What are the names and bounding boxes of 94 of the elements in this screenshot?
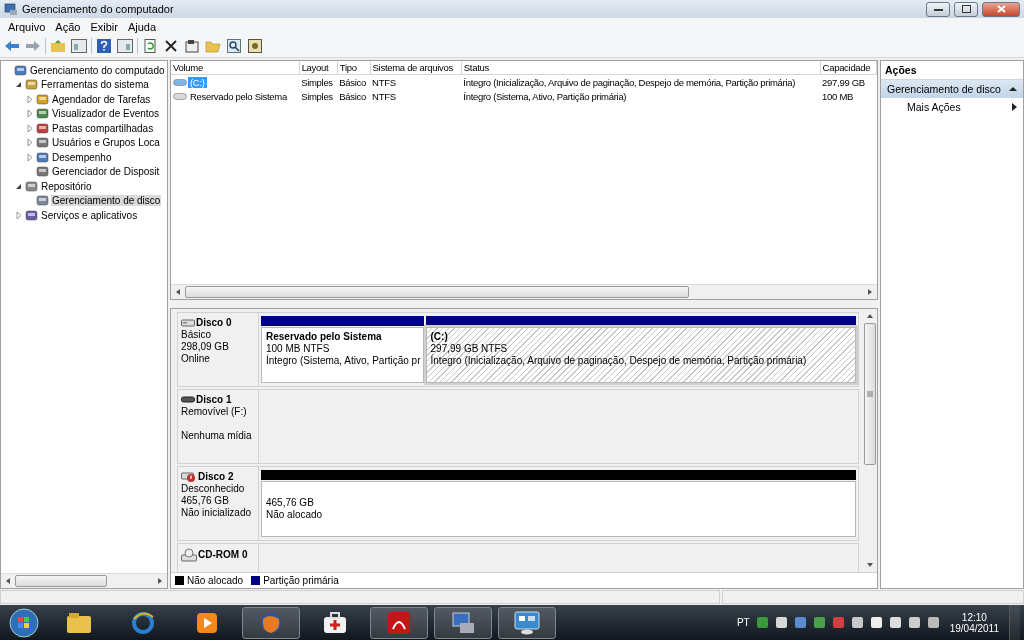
firefox-taskbar-icon[interactable] [242, 606, 300, 639]
tree-item[interactable]: Gerenciamento de disco [51, 195, 162, 207]
disk-settings-button[interactable] [246, 37, 264, 55]
menu-item[interactable]: Ação [51, 20, 85, 33]
tree-item[interactable]: Usuários e Grupos Loca [51, 137, 161, 149]
cd-drive-icon [181, 548, 197, 562]
table-cell: Básico [337, 74, 371, 89]
help-button[interactable] [95, 37, 113, 55]
submenu-arrow-icon [1012, 103, 1017, 111]
partition-detail: Não alocado [266, 509, 324, 521]
table-cell: 297,99 GB [820, 74, 877, 89]
table-cell: Íntegro (Inicialização, Arquivo de paginação, Despejo de memória, Partição primária) [461, 74, 821, 89]
disk-name: Disco 2 [198, 471, 234, 483]
minimize-icon [933, 6, 943, 12]
search-button[interactable] [225, 37, 243, 55]
app-icon [4, 2, 18, 16]
maximize-button[interactable] [954, 1, 978, 17]
hard-drive-icon [181, 318, 195, 328]
tree-item[interactable]: Visualizador de Eventos [51, 108, 161, 120]
refresh-button[interactable] [141, 37, 159, 55]
pdf-reader-taskbar-icon[interactable] [370, 606, 428, 639]
horizontal-scrollbar[interactable] [171, 284, 877, 299]
disk-type: Removível (F:) [181, 406, 248, 418]
tree-item[interactable]: Gerenciador de Disposit [51, 166, 161, 178]
clock-date: 19/04/2011 [949, 622, 999, 634]
menu-item[interactable]: Ajuda [123, 20, 161, 33]
menu-item[interactable]: Arquivo [4, 20, 50, 33]
disk-type: Básico [181, 329, 212, 341]
disk-name: Disco 0 [196, 317, 232, 329]
column-header[interactable]: Sistema de arquivos [370, 61, 462, 75]
maximize-icon [961, 5, 971, 13]
drive-icon [181, 395, 195, 405]
expanded-arrow-icon[interactable] [14, 80, 23, 90]
clock[interactable]: 12:10 19/04/2011 [945, 611, 1003, 634]
tree-item[interactable]: Ferramentas do sistema [40, 79, 150, 91]
disk-name: Disco 1 [196, 394, 232, 406]
tree-item[interactable]: Serviços e aplicativos [40, 209, 139, 221]
partition-block[interactable]: (C:) 297,99 GB NTFS Íntegro (Inicialização, Arquivo de paginação, Despejo de memória, Partição primária) [425, 327, 856, 383]
table-cell-text: Básico [338, 89, 367, 103]
disk-status: Não inicializado [181, 507, 253, 519]
computer-management-taskbar-icon[interactable] [434, 606, 492, 639]
partition-title: (C:) [430, 331, 449, 343]
disk-size: 298,09 GB [181, 341, 230, 353]
help-icon [97, 39, 111, 53]
actions-section[interactable]: Gerenciamento de disco [881, 80, 1023, 98]
properties-button[interactable] [183, 37, 201, 55]
partition-block[interactable]: Reservado pelo Sistema 100 MB NTFS Íntegro (Sistema, Ativo, Partição pr [261, 327, 424, 383]
close-button[interactable] [982, 1, 1020, 17]
table-cell: Simples [299, 74, 338, 89]
table-cell-text: Simples [300, 89, 334, 103]
volume-icon [173, 77, 187, 87]
clock-time: 12:10 [961, 611, 987, 623]
table-cell-text: 100 MB [821, 89, 855, 103]
legend-label: Partição primária [263, 575, 339, 586]
partition-detail: Íntegro (Sistema, Ativo, Partição pr [266, 355, 421, 367]
partition-title: Reservado pelo Sistema [266, 331, 383, 343]
table-cell-text: NTFS [371, 89, 397, 103]
collapse-arrow-icon [1009, 86, 1017, 92]
volume-icon [173, 91, 187, 101]
column-header[interactable]: Tipo [337, 61, 371, 75]
grip-icon [867, 391, 873, 397]
control-panel-taskbar-icon[interactable] [498, 606, 556, 639]
tree-item[interactable]: Desempenho [51, 151, 113, 163]
horizontal-scrollbar[interactable] [1, 573, 167, 588]
drive-label[interactable]: Reservado pelo Sistema [188, 90, 289, 102]
disk-name: CD-ROM 0 [198, 549, 248, 561]
tree-item[interactable]: Pastas compartilhadas [51, 122, 155, 134]
partition-detail: 297,99 GB NTFS [430, 343, 509, 355]
disk-type: Desconhecido [181, 483, 246, 495]
partition-detail: 465,76 GB [266, 497, 315, 509]
disk-size: 465,76 GB [181, 495, 230, 507]
console-tree-button[interactable] [70, 37, 88, 55]
table-cell-text: Íntegro (Sistema, Ativo, Partição primária) [462, 89, 628, 103]
tree-item[interactable]: Repositório [40, 180, 93, 192]
table-cell: NTFS [370, 74, 462, 89]
drive-warning-icon [181, 471, 197, 483]
legend-label: Não alocado [187, 575, 244, 586]
column-header[interactable]: Capacidade [820, 61, 877, 75]
partition-detail: 100 MB NTFS [266, 343, 331, 354]
partition-block[interactable]: 465,76 GB Não alocado [261, 481, 856, 537]
window-title: Gerenciamento do computador [22, 3, 175, 15]
tree-item[interactable]: Agendador de Tarefas [51, 93, 152, 105]
action-pane-button[interactable] [116, 37, 134, 55]
disk-status: Nenhuma mídia [181, 430, 253, 442]
close-icon [996, 5, 1006, 13]
column-header[interactable]: Volume [171, 61, 300, 75]
partition-detail: Íntegro (Inicialização, Arquivo de paginação, Despejo de memória, Partição primária) [430, 355, 808, 367]
menu-item[interactable]: Exibir [86, 20, 122, 33]
minimize-button[interactable] [926, 1, 950, 17]
column-header[interactable]: Status [461, 61, 821, 75]
tree-item[interactable]: Gerenciamento do computado [29, 64, 166, 76]
column-header[interactable]: Layout [299, 61, 338, 75]
disk-status: Online [181, 353, 211, 365]
language-indicator[interactable]: PT [736, 617, 750, 628]
